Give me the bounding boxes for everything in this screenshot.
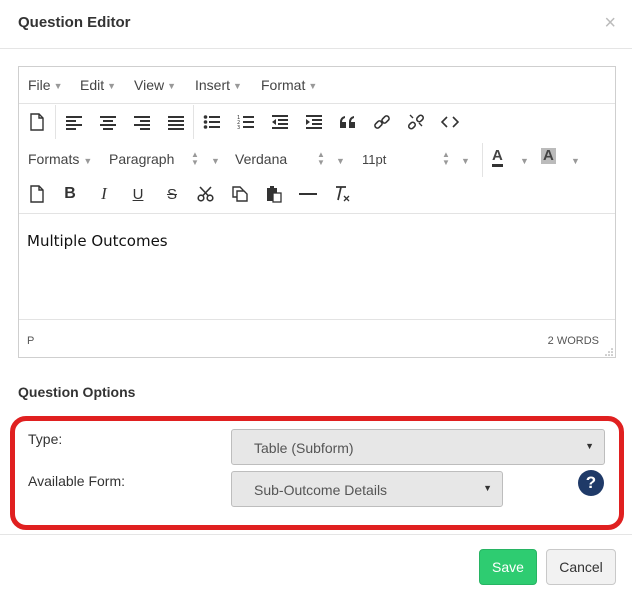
link-icon[interactable]	[369, 109, 395, 135]
align-right-icon[interactable]	[129, 109, 155, 135]
underline-icon[interactable]: U	[125, 181, 151, 207]
outdent-icon[interactable]	[267, 109, 293, 135]
question-editor-dialog: Question Editor × File ▼ Edit ▼ View ▼ Inse…	[0, 0, 632, 601]
code-icon[interactable]	[437, 109, 463, 135]
blockquote-icon[interactable]	[335, 109, 361, 135]
size-spinner-icon[interactable]: ▲ ▼	[442, 151, 450, 167]
menu-format[interactable]: Format ▼	[261, 77, 317, 93]
type-select[interactable]: Table (Subform) ▼	[231, 429, 605, 465]
editor-content-area[interactable]: Multiple Outcomes	[19, 213, 615, 320]
available-form-label: Available Form:	[28, 473, 126, 489]
menu-file[interactable]: File ▼	[28, 77, 62, 93]
available-form-select[interactable]: Sub-Outcome Details ▼	[231, 471, 503, 507]
cancel-button[interactable]: Cancel	[546, 549, 616, 585]
indent-icon[interactable]	[301, 109, 327, 135]
editor-menubar: File ▼ Edit ▼ View ▼ Insert ▼ Format ▼	[19, 67, 615, 104]
clear-formatting-icon[interactable]	[329, 181, 355, 207]
background-color-icon[interactable]: A	[541, 148, 556, 164]
text-color-caret-icon[interactable]: ▼	[516, 151, 529, 167]
unlink-icon[interactable]	[403, 109, 429, 135]
bullet-list-icon[interactable]	[199, 109, 225, 135]
type-select-value: Table (Subform)	[254, 440, 354, 456]
new-document-icon[interactable]	[24, 181, 50, 207]
new-document-icon[interactable]	[24, 109, 50, 135]
align-left-icon[interactable]	[61, 109, 87, 135]
chevron-down-icon: ▼	[585, 441, 594, 451]
word-count: 2 WORDS	[547, 335, 599, 347]
italic-icon[interactable]: I	[91, 181, 117, 207]
block-spinner-icon[interactable]: ▲ ▼	[191, 151, 199, 167]
help-icon[interactable]: ?	[578, 470, 604, 496]
chevron-down-icon: ▼	[483, 483, 492, 493]
resize-handle-icon[interactable]	[605, 348, 613, 356]
element-path[interactable]: P	[27, 335, 34, 347]
align-center-icon[interactable]	[95, 109, 121, 135]
menu-edit[interactable]: Edit ▼	[80, 77, 116, 93]
editor-statusbar: P 2 WORDS	[19, 319, 615, 358]
cut-icon[interactable]	[193, 181, 219, 207]
dialog-header: Question Editor ×	[0, 0, 632, 49]
horizontal-rule-icon[interactable]	[295, 181, 321, 207]
question-options-heading: Question Options	[18, 384, 136, 400]
save-button[interactable]: Save	[479, 549, 537, 585]
svg-text:3: 3	[237, 125, 240, 130]
close-icon[interactable]: ×	[604, 12, 616, 35]
formats-dropdown[interactable]: Formats ▼	[28, 151, 92, 167]
font-caret-icon[interactable]: ▼	[332, 151, 345, 167]
dialog-title: Question Editor	[18, 14, 131, 31]
menu-insert[interactable]: Insert ▼	[195, 77, 242, 93]
block-format-dropdown[interactable]: Paragraph	[109, 151, 174, 167]
available-form-value: Sub-Outcome Details	[254, 482, 388, 498]
font-spinner-icon[interactable]: ▲ ▼	[317, 151, 325, 167]
size-caret-icon[interactable]: ▼	[457, 151, 470, 167]
copy-icon[interactable]	[227, 181, 253, 207]
align-justify-icon[interactable]	[163, 109, 189, 135]
rich-text-editor: File ▼ Edit ▼ View ▼ Insert ▼ Format ▼ 123	[18, 66, 616, 358]
menu-view[interactable]: View ▼	[134, 77, 176, 93]
font-size-dropdown[interactable]: 11pt	[362, 152, 386, 167]
font-family-dropdown[interactable]: Verdana	[235, 151, 287, 167]
paste-icon[interactable]	[261, 181, 287, 207]
bold-icon[interactable]: B	[57, 181, 83, 207]
type-label: Type:	[28, 431, 63, 447]
numbered-list-icon[interactable]: 123	[233, 109, 259, 135]
block-caret-icon[interactable]: ▼	[207, 151, 220, 167]
text-color-icon[interactable]: A	[492, 148, 503, 167]
strikethrough-icon[interactable]: S	[159, 181, 185, 207]
footer-divider	[0, 534, 632, 535]
background-color-caret-icon[interactable]: ▼	[567, 151, 580, 167]
editor-content-text[interactable]: Multiple Outcomes	[27, 232, 168, 250]
